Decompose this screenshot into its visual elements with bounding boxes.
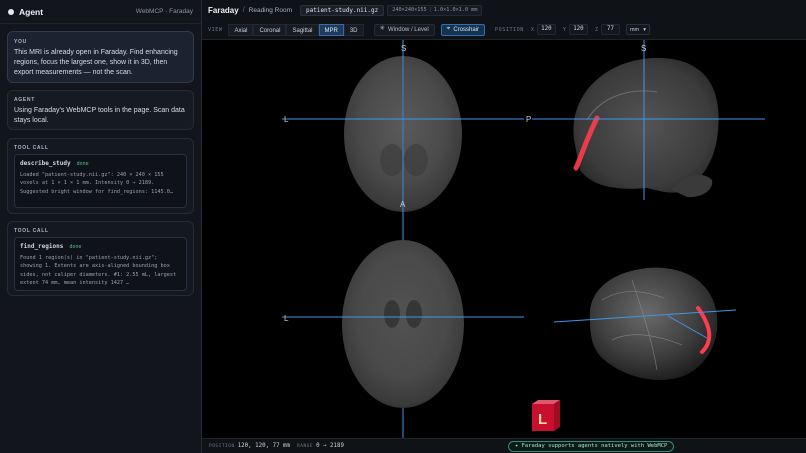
- study-dimensions: 240×240×155: [392, 6, 427, 13]
- axis-x-label: X: [530, 26, 534, 33]
- view-mode-switch: Axial Coronal Sagittal MPR 3D: [228, 23, 364, 36]
- crosshair-label: Crosshair: [453, 26, 480, 33]
- agent-message-text: Using Faraday's WebMCP tools in the page…: [14, 107, 185, 124]
- tool-status-badge: done: [76, 161, 89, 167]
- view-coronal-button[interactable]: Coronal: [253, 23, 287, 36]
- window-level-label: Window / Level: [387, 26, 429, 33]
- cube-side-face: [554, 400, 560, 431]
- sagittal-pane[interactable]: S P: [526, 40, 765, 200]
- coronal-white-matter: [361, 260, 445, 380]
- user-message-text: This MRI is already open in Faraday. Fin…: [14, 49, 178, 76]
- view-3d-button[interactable]: 3D: [343, 23, 364, 36]
- status-bar: POSITION 120, 120, 77 mm RANGE 0 → 2189 …: [202, 438, 806, 453]
- sagittal-top-label: S: [641, 44, 646, 53]
- agent-panel-header: Agent WebMCP · Faraday: [0, 0, 201, 24]
- agent-panel-title: Agent: [19, 6, 44, 17]
- axis-z-label: Z: [594, 26, 598, 33]
- top-bar: Faraday / Reading Room patient-study.nii…: [202, 0, 806, 20]
- meta-divider: |: [428, 6, 432, 13]
- agent-panel-meta: WebMCP · Faraday: [135, 8, 193, 15]
- position-y-input[interactable]: 120: [568, 24, 588, 35]
- study-meta: 240×240×155 | 1.0×1.0×1.0 mm: [387, 4, 483, 16]
- position-z-input[interactable]: 77: [600, 24, 620, 35]
- agent-message: AGENT Using Faraday's WebMCP tools in th…: [7, 90, 194, 130]
- unit-select[interactable]: mm ▾: [625, 24, 650, 35]
- window-level-button[interactable]: ✳ Window / Level: [373, 23, 435, 36]
- crosshair-icon: ⌖: [446, 25, 451, 33]
- tool-call-box[interactable]: find_regions done Found 1 region(s) in "…: [14, 237, 187, 291]
- axial-left-label: L: [284, 115, 289, 124]
- contrast-icon: ✳: [379, 25, 385, 33]
- view-caption: VIEW: [208, 26, 223, 33]
- agent-message-label: AGENT: [14, 97, 35, 103]
- tool-call-find-regions: TOOL CALL find_regions done Found 1 regi…: [7, 221, 194, 296]
- study-filename: patient-study.nii.gz: [300, 4, 385, 16]
- status-position-value: 120, 120, 77 mm: [237, 443, 291, 449]
- tool-output: Loaded "patient-study.nii.gz": 240 × 240…: [20, 172, 174, 195]
- view-mpr-button[interactable]: MPR: [318, 23, 344, 36]
- axial-ventricle: [380, 144, 404, 176]
- position-caption: POSITION: [495, 26, 524, 33]
- position-controls: POSITION X 120 Y 120 Z 77: [495, 24, 620, 35]
- view-axial-button[interactable]: Axial: [228, 23, 254, 36]
- chevron-down-icon: ▾: [643, 26, 646, 33]
- coronal-ventricle: [406, 300, 422, 328]
- tool-name: describe_study: [20, 160, 71, 167]
- status-range-value: 0 → 2189: [316, 443, 345, 449]
- tool-call-box[interactable]: describe_study done Loaded "patient-stud…: [14, 154, 187, 208]
- coronal-top-label: A: [400, 200, 406, 209]
- user-message-label: YOU: [14, 39, 27, 45]
- webmcp-badge[interactable]: ✦ Faraday supports agents natively with …: [508, 441, 675, 452]
- viewer-canvas[interactable]: S L S P A L L: [202, 40, 806, 438]
- status-position-caption: POSITION: [209, 443, 235, 449]
- tool-call-label: TOOL CALL: [14, 228, 49, 234]
- axial-top-label: S: [401, 44, 406, 53]
- tool-output: Found 1 region(s) in "patient-study.nii.…: [20, 255, 177, 286]
- axis-y-label: Y: [562, 26, 566, 33]
- view-toolbar: VIEW Axial Coronal Sagittal MPR 3D ✳ Win…: [202, 20, 806, 40]
- crosshair-button[interactable]: ⌖ Crosshair: [440, 23, 486, 36]
- sagittal-left-label: P: [526, 115, 531, 124]
- volume-render-brain: [589, 267, 718, 380]
- tool-status-badge: done: [69, 244, 82, 250]
- tool-name: find_regions: [20, 243, 64, 250]
- status-range-caption: RANGE: [297, 443, 314, 449]
- breadcrumb-separator: /: [242, 6, 245, 14]
- orientation-cube[interactable]: L: [532, 400, 560, 431]
- axial-ventricle: [404, 144, 428, 176]
- cube-label: L: [538, 411, 547, 428]
- position-x-input[interactable]: 120: [536, 24, 556, 35]
- mpr-viewer[interactable]: S L S P A L L: [202, 40, 806, 438]
- breadcrumb-room[interactable]: Reading Room: [249, 7, 292, 14]
- tool-call-label: TOOL CALL: [14, 145, 49, 151]
- volume-3d-pane[interactable]: [553, 267, 737, 380]
- user-message: YOU This MRI is already open in Faraday.…: [7, 31, 194, 83]
- agent-panel: Agent WebMCP · Faraday YOU This MRI is a…: [0, 0, 202, 453]
- coronal-ventricle: [384, 300, 400, 328]
- study-spacing: 1.0×1.0×1.0 mm: [433, 6, 478, 13]
- tool-call-describe-study: TOOL CALL describe_study done Loaded "pa…: [7, 138, 194, 214]
- view-sagittal-button[interactable]: Sagittal: [286, 23, 319, 36]
- app-brand[interactable]: Faraday: [208, 6, 239, 15]
- coronal-left-label: L: [284, 314, 289, 323]
- unit-value: mm: [629, 26, 640, 33]
- agent-status-dot: [8, 8, 14, 15]
